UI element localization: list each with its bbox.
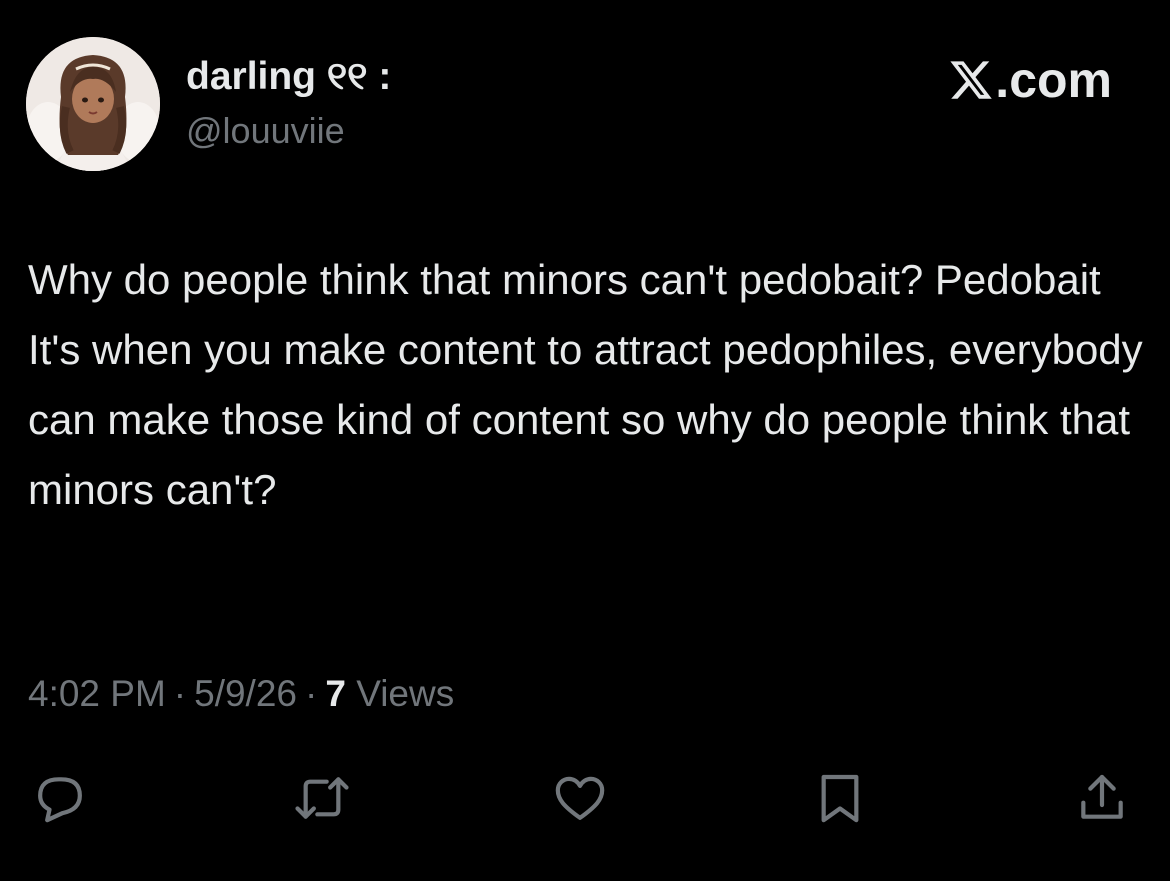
retweet-icon: [295, 777, 349, 819]
like-button[interactable]: [550, 768, 610, 828]
views-label[interactable]: Views: [356, 673, 454, 714]
tweet-meta: 4:02 PM · 5/9/26 · 7 Views: [28, 671, 454, 717]
tweet-text: Why do people think that minors can't pe…: [28, 256, 1143, 513]
heart-icon: [555, 776, 605, 820]
meta-separator: ·: [173, 673, 187, 714]
bookmark-icon: [821, 774, 859, 823]
brand-text: .com: [995, 52, 1112, 108]
author-handle[interactable]: @louuviie: [186, 110, 345, 152]
share-button[interactable]: [1072, 768, 1132, 828]
avatar-image: [26, 37, 160, 171]
reply-icon: [38, 777, 82, 823]
brand-watermark: .com: [948, 52, 1112, 108]
share-icon: [1081, 774, 1123, 819]
tweet-time[interactable]: 4:02 PM: [28, 673, 166, 714]
bookmark-button[interactable]: [810, 768, 870, 828]
author-display-name[interactable]: darling ୧୧ :: [186, 54, 391, 100]
retweet-button[interactable]: [292, 768, 352, 828]
x-logo-icon: [950, 61, 993, 99]
tweet-date[interactable]: 5/9/26: [194, 673, 297, 714]
views-count[interactable]: 7: [325, 673, 346, 714]
meta-separator: ·: [305, 673, 318, 714]
avatar[interactable]: [26, 37, 160, 171]
reply-button[interactable]: [30, 768, 90, 828]
